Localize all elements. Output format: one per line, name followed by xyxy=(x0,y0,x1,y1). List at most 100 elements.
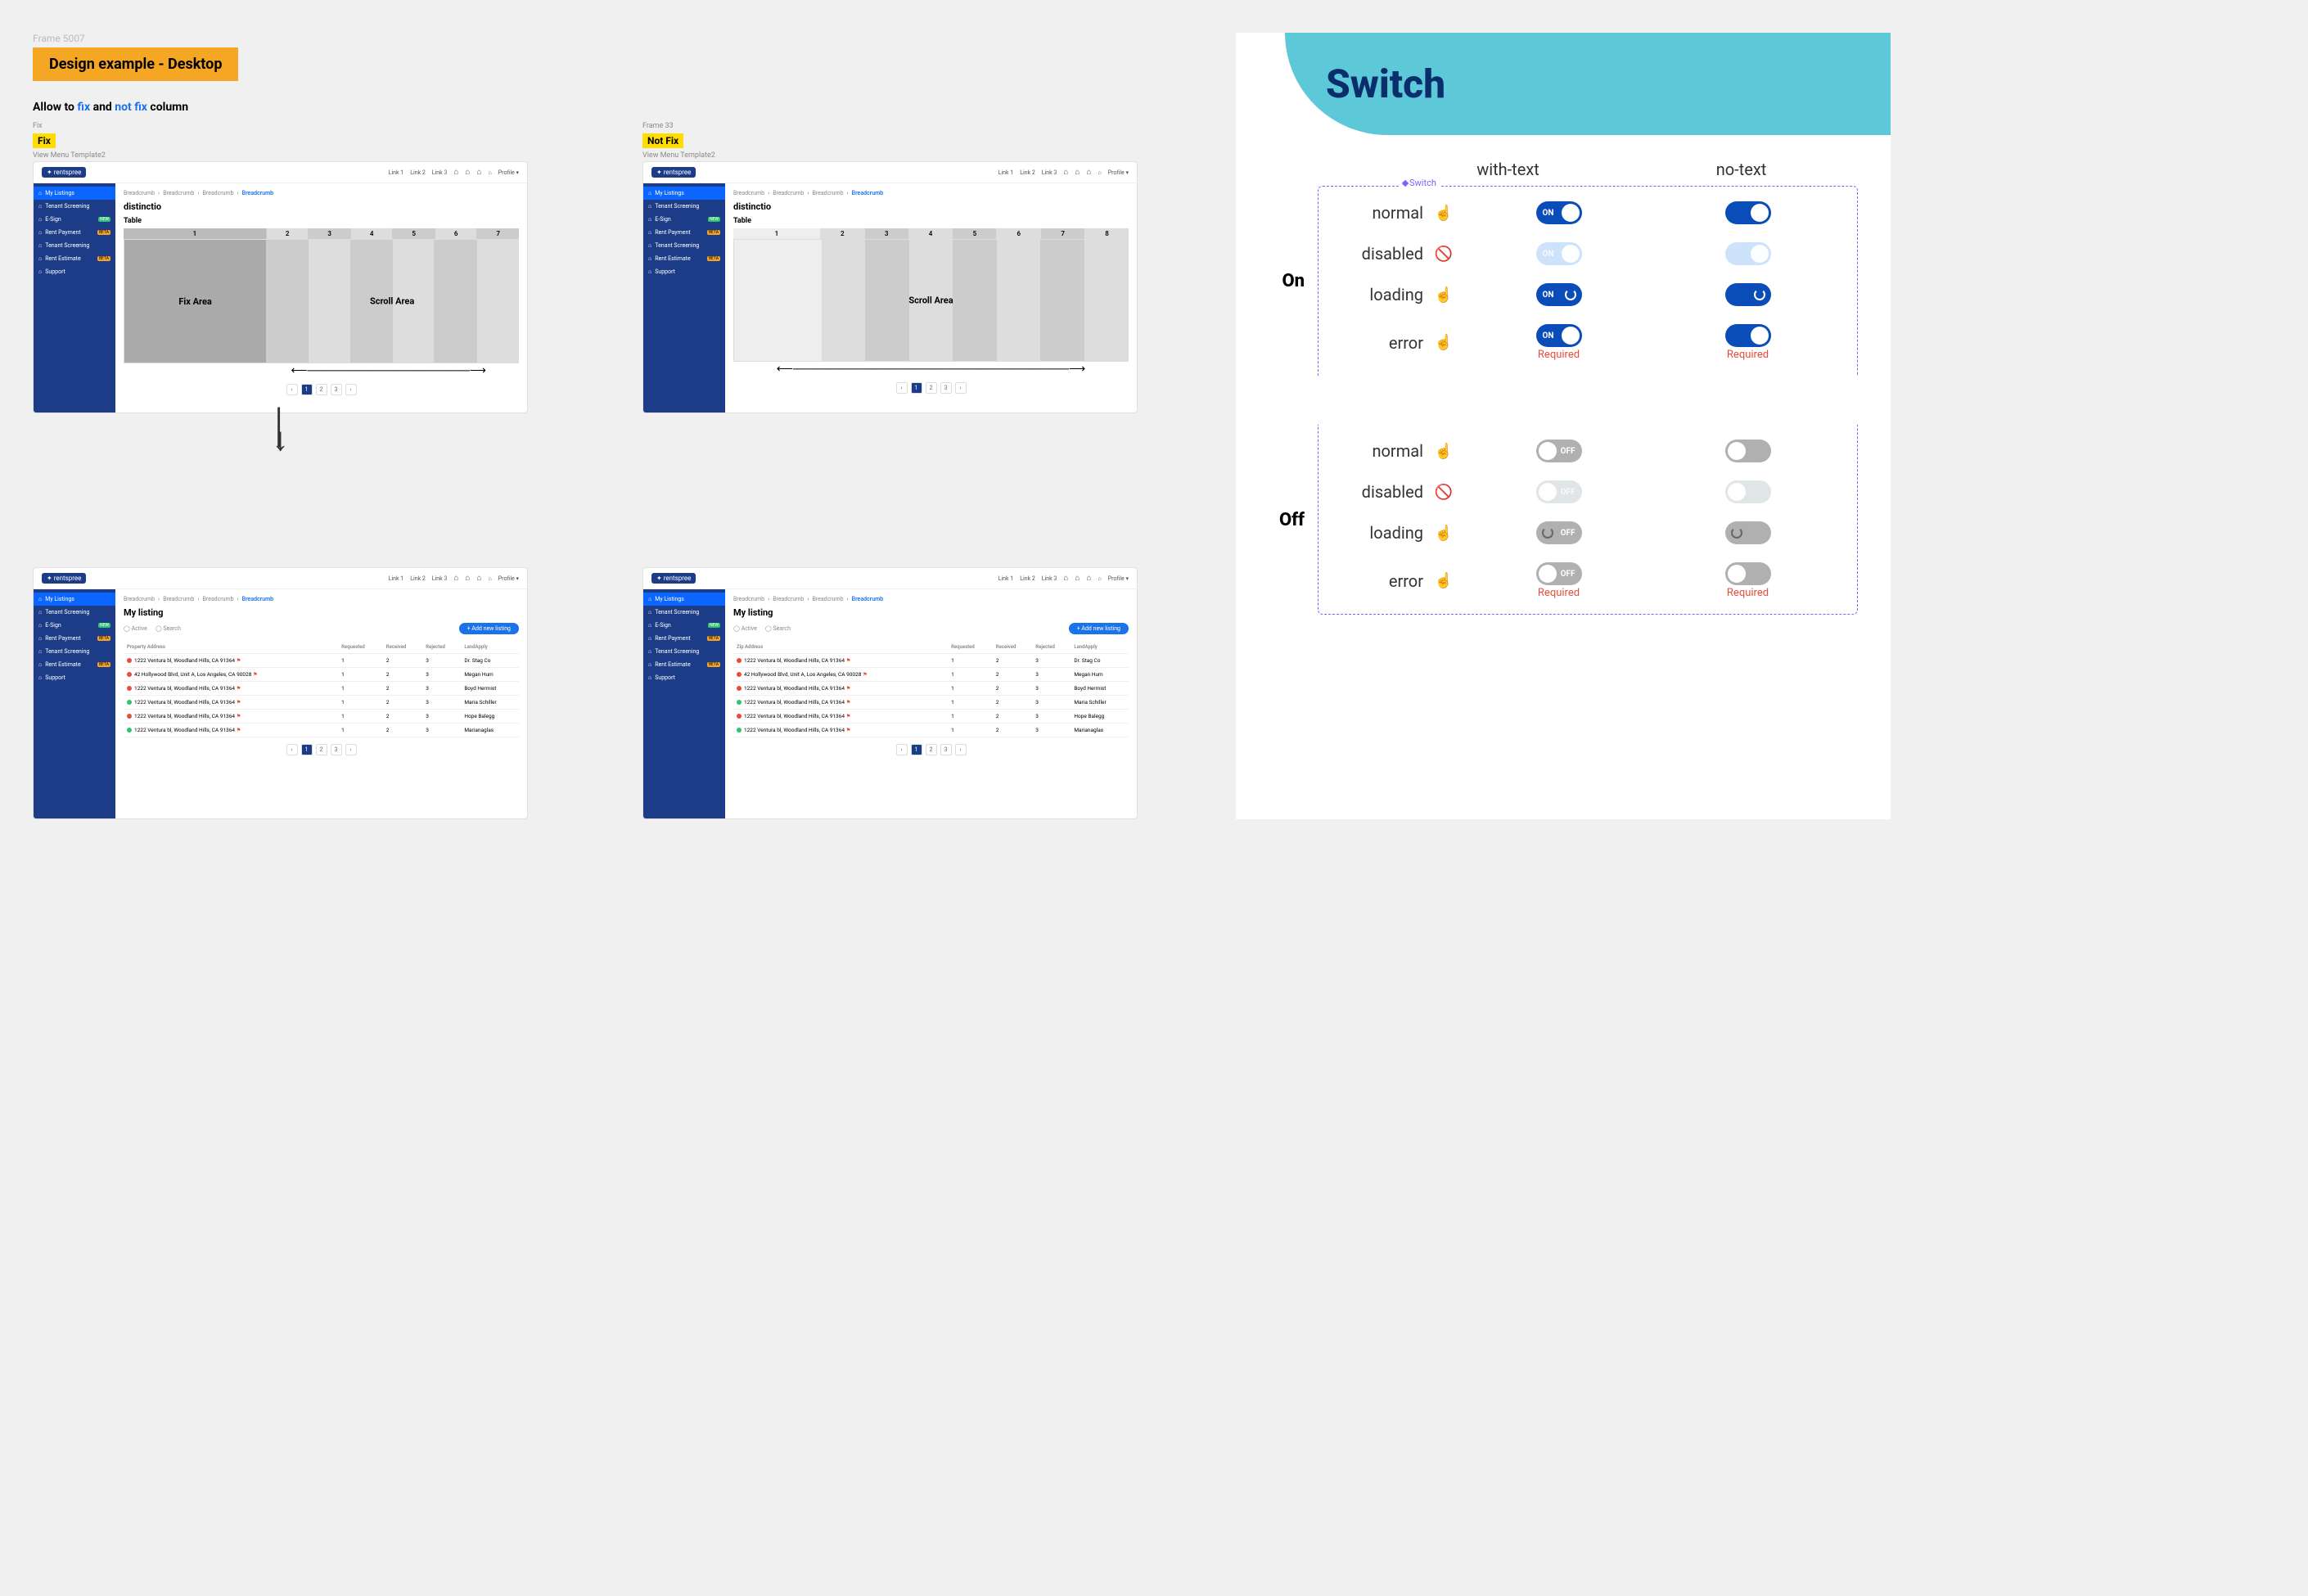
profile-link[interactable]: Profile ▾ xyxy=(1108,169,1129,176)
table-row[interactable]: 1222 Ventura bl, Woodland Hills, CA 9136… xyxy=(733,696,1129,710)
switch-off-with-text-normal[interactable]: OFF xyxy=(1536,440,1582,462)
sidebar-item[interactable]: ⌂ E-SignNEW xyxy=(643,619,725,632)
home-icon[interactable] xyxy=(453,574,458,583)
pager-page[interactable]: 1 xyxy=(301,744,313,755)
switch-on-no-text-loading[interactable] xyxy=(1725,283,1771,306)
sidebar-item[interactable]: ⌂ Tenant Screening xyxy=(34,606,115,619)
breadcrumb-item[interactable]: Breadcrumb xyxy=(163,190,194,196)
sidebar-item[interactable]: ⌂ My Listings xyxy=(34,593,115,606)
home-icon[interactable] xyxy=(1063,168,1068,177)
breadcrumb-item[interactable]: Breadcrumb xyxy=(124,190,155,196)
sidebar-item[interactable]: ⌂ Support xyxy=(34,671,115,684)
home-solid-icon[interactable]: ⌂ xyxy=(1098,169,1102,176)
pager-page[interactable]: 2 xyxy=(316,384,327,395)
sidebar-item[interactable]: ⌂ Rent PaymentBETA xyxy=(643,632,725,645)
filter-chip[interactable]: ◯ Active xyxy=(124,625,147,632)
switch-on-no-text-normal[interactable] xyxy=(1725,201,1771,224)
sidebar-item[interactable]: ⌂ Tenant Screening xyxy=(643,645,725,658)
top-link[interactable]: Link 2 xyxy=(1020,169,1035,176)
sidebar-item[interactable]: ⌂ Rent EstimateBETA xyxy=(34,252,115,265)
sidebar-item[interactable]: ⌂ Tenant Screening xyxy=(34,200,115,213)
home-icon[interactable] xyxy=(476,574,481,583)
table-row[interactable]: 1222 Ventura bl, Woodland Hills, CA 9136… xyxy=(733,682,1129,696)
table-row[interactable]: 1222 Ventura bl, Woodland Hills, CA 9136… xyxy=(733,710,1129,724)
table-row[interactable]: 42 Hollywood Blvd, Unit A, Los Angeles, … xyxy=(124,668,519,682)
sidebar-item[interactable]: ⌂ Tenant Screening xyxy=(643,239,725,252)
table-row[interactable]: 1222 Ventura bl, Woodland Hills, CA 9136… xyxy=(733,654,1129,668)
switch-off-no-text-normal[interactable] xyxy=(1725,440,1771,462)
home-icon[interactable] xyxy=(1075,168,1080,177)
home-icon[interactable] xyxy=(465,574,470,583)
sidebar-item[interactable]: ⌂ Support xyxy=(643,671,725,684)
sidebar-item[interactable]: ⌂ Tenant Screening xyxy=(34,645,115,658)
home-icon[interactable] xyxy=(465,168,470,177)
top-link[interactable]: Link 3 xyxy=(432,169,448,176)
breadcrumb-item[interactable]: Breadcrumb xyxy=(202,596,233,602)
sidebar-item[interactable]: ⌂ My Listings xyxy=(643,187,725,200)
profile-link[interactable]: Profile ▾ xyxy=(498,575,519,582)
breadcrumb-item[interactable]: Breadcrumb xyxy=(812,190,843,196)
home-icon[interactable] xyxy=(1086,574,1091,583)
add-listing-button[interactable]: + Add new listing xyxy=(1069,623,1129,634)
pager-next[interactable]: › xyxy=(345,384,357,395)
sidebar-item[interactable]: ⌂ Rent EstimateBETA xyxy=(643,658,725,671)
pager-page[interactable]: 1 xyxy=(911,744,922,755)
pager-page[interactable]: 3 xyxy=(331,384,342,395)
top-link[interactable]: Link 1 xyxy=(389,169,404,176)
sidebar-item[interactable]: ⌂ E-SignNEW xyxy=(643,213,725,226)
table-row[interactable]: 1222 Ventura bl, Woodland Hills, CA 9136… xyxy=(124,724,519,737)
breadcrumb-item[interactable]: Breadcrumb xyxy=(773,190,804,196)
switch-off-with-text-loading[interactable]: OFF xyxy=(1536,521,1582,544)
top-link[interactable]: Link 3 xyxy=(432,575,448,582)
table-row[interactable]: 1222 Ventura bl, Woodland Hills, CA 9136… xyxy=(124,682,519,696)
pager-page[interactable]: 1 xyxy=(911,382,922,394)
pager-prev[interactable]: ‹ xyxy=(896,744,908,755)
home-icon[interactable] xyxy=(1063,574,1068,583)
home-icon[interactable] xyxy=(476,168,481,177)
pager-prev[interactable]: ‹ xyxy=(896,382,908,394)
home-icon[interactable] xyxy=(1075,574,1080,583)
search-chip[interactable]: ◯ Search xyxy=(156,625,181,632)
sidebar-item[interactable]: ⌂ Rent EstimateBETA xyxy=(34,658,115,671)
profile-link[interactable]: Profile ▾ xyxy=(498,169,519,176)
pager-prev[interactable]: ‹ xyxy=(286,384,298,395)
pager-page[interactable]: 2 xyxy=(316,744,327,755)
sidebar-item[interactable]: ⌂ My Listings xyxy=(643,593,725,606)
sidebar-item[interactable]: ⌂ Rent PaymentBETA xyxy=(643,226,725,239)
home-solid-icon[interactable]: ⌂ xyxy=(489,169,492,176)
add-listing-button[interactable]: + Add new listing xyxy=(459,623,519,634)
profile-link[interactable]: Profile ▾ xyxy=(1108,575,1129,582)
filter-chip[interactable]: ◯ Active xyxy=(733,625,757,632)
table-row[interactable]: 1222 Ventura bl, Woodland Hills, CA 9136… xyxy=(124,710,519,724)
top-link[interactable]: Link 3 xyxy=(1042,169,1057,176)
sidebar-item[interactable]: ⌂ E-SignNEW xyxy=(34,213,115,226)
top-link[interactable]: Link 1 xyxy=(389,575,404,582)
sidebar-item[interactable]: ⌂ Tenant Screening xyxy=(643,606,725,619)
sidebar-item[interactable]: ⌂ Tenant Screening xyxy=(34,239,115,252)
breadcrumb-item[interactable]: Breadcrumb xyxy=(124,596,155,602)
pager-page[interactable]: 2 xyxy=(926,744,937,755)
switch-off-no-text-loading[interactable] xyxy=(1725,521,1771,544)
home-solid-icon[interactable]: ⌂ xyxy=(489,575,492,582)
switch-off-no-text-error[interactable] xyxy=(1725,562,1771,585)
pager-next[interactable]: › xyxy=(955,382,967,394)
breadcrumb-item[interactable]: Breadcrumb xyxy=(163,596,194,602)
search-chip[interactable]: ◯ Search xyxy=(765,625,791,632)
switch-on-no-text-error[interactable] xyxy=(1725,324,1771,347)
switch-on-with-text-error[interactable]: ON xyxy=(1536,324,1582,347)
pager-page[interactable]: 3 xyxy=(940,382,952,394)
home-icon[interactable] xyxy=(1086,168,1091,177)
pager-page[interactable]: 1 xyxy=(301,384,313,395)
sidebar-item[interactable]: ⌂ E-SignNEW xyxy=(34,619,115,632)
sidebar-item[interactable]: ⌂ Tenant Screening xyxy=(643,200,725,213)
top-link[interactable]: Link 2 xyxy=(410,169,426,176)
home-icon[interactable] xyxy=(453,168,458,177)
top-link[interactable]: Link 1 xyxy=(998,575,1014,582)
top-link[interactable]: Link 2 xyxy=(410,575,426,582)
sidebar-item[interactable]: ⌂ Support xyxy=(34,265,115,278)
table-row[interactable]: 42 Hollywood Blvd, Unit A, Los Angeles, … xyxy=(733,668,1129,682)
pager-next[interactable]: › xyxy=(955,744,967,755)
top-link[interactable]: Link 1 xyxy=(998,169,1014,176)
pager-page[interactable]: 3 xyxy=(331,744,342,755)
breadcrumb-item[interactable]: Breadcrumb xyxy=(812,596,843,602)
